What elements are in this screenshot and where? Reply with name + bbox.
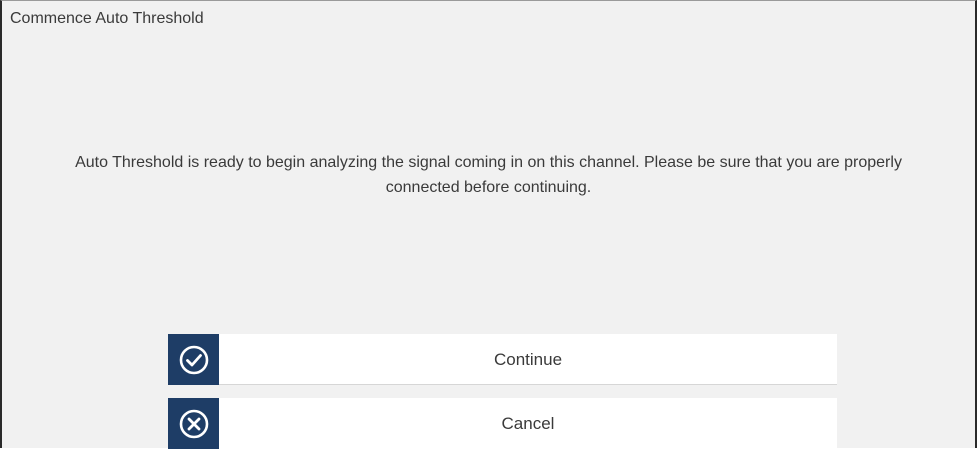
cancel-label: Cancel (501, 414, 555, 433)
checkmark-circle-icon (168, 334, 219, 385)
x-circle-icon (168, 398, 219, 449)
continue-button[interactable]: Continue (168, 334, 837, 385)
continue-label: Continue (493, 350, 563, 369)
dialog-message: Auto Threshold is ready to begin analyzi… (75, 154, 902, 196)
auto-threshold-dialog: Commence Auto Threshold Auto Threshold i… (0, 0, 977, 449)
cancel-button[interactable]: Cancel (168, 398, 837, 449)
dialog-title: Commence Auto Threshold (10, 10, 204, 27)
